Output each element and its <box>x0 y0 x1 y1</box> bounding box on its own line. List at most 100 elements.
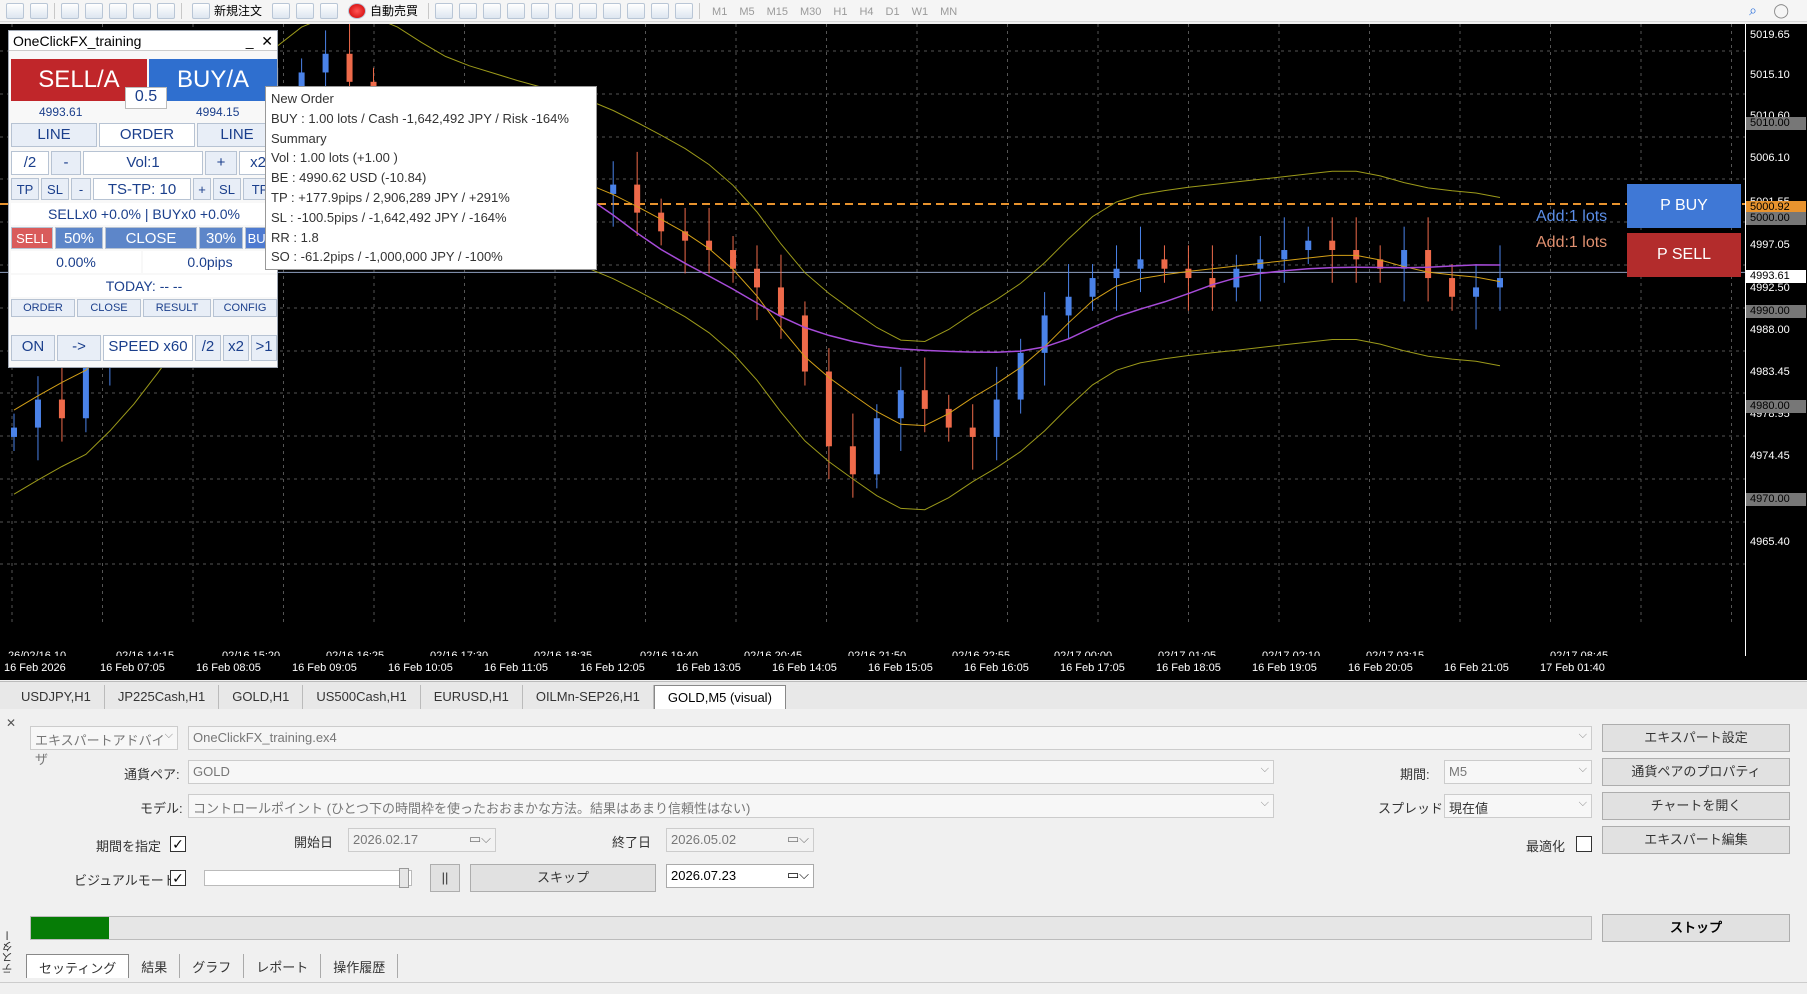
pause-button[interactable]: || <box>430 864 460 892</box>
timeframe-d1[interactable]: D1 <box>880 6 906 18</box>
sell-line-button[interactable]: LINE <box>11 123 97 147</box>
speed-halve-button[interactable]: /2 <box>195 335 221 361</box>
signals-icon[interactable] <box>296 2 315 19</box>
calendar-icon[interactable]: ▭⌵ <box>787 867 809 883</box>
tab-config[interactable]: CONFIG <box>213 299 277 317</box>
line-chart-icon[interactable] <box>483 2 502 19</box>
auto-trading-button[interactable]: 自動売買 <box>344 2 422 19</box>
new-order-button[interactable]: 新規注文 <box>188 2 266 19</box>
close-50-button[interactable]: 50% <box>55 227 103 249</box>
terminal-icon[interactable] <box>133 2 151 19</box>
close-icon[interactable]: ✕ <box>261 33 273 49</box>
market-watch-icon[interactable] <box>61 2 79 19</box>
start-date-input[interactable]: 2026.02.17 ▭⌵ <box>348 828 496 852</box>
skip-date-input[interactable]: 2026.07.23 ▭⌵ <box>666 864 814 888</box>
market-icon[interactable] <box>320 2 339 19</box>
timeframe-m30[interactable]: M30 <box>794 6 827 18</box>
chart-tab[interactable]: JP225Cash,H1 <box>105 685 220 709</box>
sl-button[interactable]: SL <box>41 178 69 200</box>
tester-icon[interactable] <box>157 2 175 19</box>
chart-tab[interactable]: USDJPY,H1 <box>8 685 105 709</box>
slider-handle[interactable] <box>399 868 409 888</box>
timeframe-mn[interactable]: MN <box>934 6 963 18</box>
zoom-in-icon[interactable] <box>507 2 526 19</box>
tester-tab[interactable]: 結果 <box>129 954 181 978</box>
tile-windows-icon[interactable] <box>555 2 574 19</box>
tp-button[interactable]: TP <box>11 178 39 200</box>
speed-double-button[interactable]: x2 <box>223 335 249 361</box>
chart-tab[interactable]: GOLD,H1 <box>219 685 304 709</box>
minimize-icon[interactable]: _ <box>246 33 254 49</box>
edit-expert-button[interactable]: エキスパート編集 <box>1602 826 1790 854</box>
volume-minus-button[interactable]: - <box>51 151 81 175</box>
speed-one-button[interactable]: >1 <box>251 335 277 361</box>
skip-button[interactable]: スキップ <box>470 864 656 892</box>
auto-scroll-icon[interactable] <box>579 2 598 19</box>
p-sell-button[interactable]: P SELL <box>1627 233 1741 277</box>
indicators-icon[interactable] <box>627 2 646 19</box>
calendar-icon[interactable]: ▭⌵ <box>469 831 491 847</box>
profiles-icon[interactable] <box>30 2 48 19</box>
replay-on-button[interactable]: ON <box>11 335 55 361</box>
zoom-out-icon[interactable] <box>531 2 550 19</box>
candle-chart-icon[interactable] <box>459 2 478 19</box>
chart-shift-icon[interactable] <box>603 2 622 19</box>
use-date-checkbox[interactable]: ✓ <box>170 836 186 852</box>
period-select[interactable]: M5 ⌵ <box>1444 760 1592 784</box>
tab-close[interactable]: CLOSE <box>77 299 141 317</box>
volume-plus-button[interactable]: + <box>205 151 237 175</box>
metaeditor-icon[interactable] <box>272 2 291 19</box>
templates-icon[interactable] <box>675 2 694 19</box>
volume-halve-button[interactable]: /2 <box>11 151 49 175</box>
tab-result[interactable]: RESULT <box>143 299 211 317</box>
stop-button[interactable]: ストップ <box>1602 914 1790 942</box>
tester-tab[interactable]: グラフ <box>180 954 245 978</box>
chart-tab[interactable]: OILMn-SEP26,H1 <box>523 685 654 709</box>
timeframe-m1[interactable]: M1 <box>706 6 733 18</box>
tstp-plus-button[interactable]: + <box>193 178 211 200</box>
chart-tab[interactable]: EURUSD,H1 <box>421 685 523 709</box>
expert-settings-button[interactable]: エキスパート設定 <box>1602 724 1790 752</box>
timeframe-h4[interactable]: H4 <box>853 6 879 18</box>
close-button[interactable]: CLOSE <box>105 227 197 249</box>
symbol-properties-button[interactable]: 通貨ペアのプロパティ <box>1602 758 1790 786</box>
order-button[interactable]: ORDER <box>99 123 195 147</box>
tester-tab[interactable]: レポート <box>244 954 322 978</box>
timeframe-h1[interactable]: H1 <box>827 6 853 18</box>
chat-icon[interactable]: ◯ <box>1773 2 1789 19</box>
buy-button[interactable]: BUY/A <box>149 59 277 101</box>
symbol-select[interactable]: GOLD ⌵ <box>188 760 1274 784</box>
close-tester-icon[interactable]: ✕ <box>6 716 16 730</box>
tester-type-select[interactable]: エキスパートアドバイザ ⌵ <box>30 726 178 767</box>
periods-icon[interactable] <box>651 2 670 19</box>
chart-tab[interactable]: US500Cash,H1 <box>303 685 421 709</box>
tab-order[interactable]: ORDER <box>11 299 75 317</box>
crosshair-icon[interactable] <box>85 2 103 19</box>
p-buy-button[interactable]: P BUY <box>1627 184 1741 228</box>
search-icon[interactable]: ⌕ <box>1749 2 1757 19</box>
sl-button-right[interactable]: SL <box>213 178 241 200</box>
timeframe-m5[interactable]: M5 <box>733 6 760 18</box>
close-30-button[interactable]: 30% <box>199 227 243 249</box>
visual-speed-slider[interactable] <box>204 868 412 888</box>
favorites-icon[interactable] <box>109 2 127 19</box>
close-sell-button[interactable]: SELL <box>11 227 53 249</box>
calendar-icon[interactable]: ▭⌵ <box>787 831 809 847</box>
open-chart-button[interactable]: チャートを開く <box>1602 792 1790 820</box>
visual-mode-checkbox[interactable]: ✓ <box>170 870 186 886</box>
tester-tab[interactable]: セッティング <box>26 954 130 978</box>
new-chart-icon[interactable] <box>6 2 24 19</box>
step-forward-button[interactable]: -> <box>57 335 101 361</box>
chart-tab[interactable]: GOLD,M5 (visual) <box>653 685 786 709</box>
tstp-minus-button[interactable]: - <box>71 178 91 200</box>
lot-size-badge[interactable]: 0.5 <box>125 87 167 109</box>
spread-select[interactable]: 現在値 ⌵ <box>1444 794 1592 818</box>
timeframe-w1[interactable]: W1 <box>906 6 935 18</box>
end-date-input[interactable]: 2026.05.02 ▭⌵ <box>666 828 814 852</box>
optimize-checkbox[interactable] <box>1576 836 1592 852</box>
bar-chart-icon[interactable] <box>435 2 454 19</box>
expert-select[interactable]: OneClickFX_training.ex4 ⌵ <box>188 726 1592 750</box>
timeframe-m15[interactable]: M15 <box>761 6 794 18</box>
tester-tab[interactable]: 操作履歴 <box>321 954 399 978</box>
model-select[interactable]: コントロールポイント (ひとつ下の時間枠を使ったおおまかな方法。結果はあまり信頼… <box>188 794 1274 818</box>
